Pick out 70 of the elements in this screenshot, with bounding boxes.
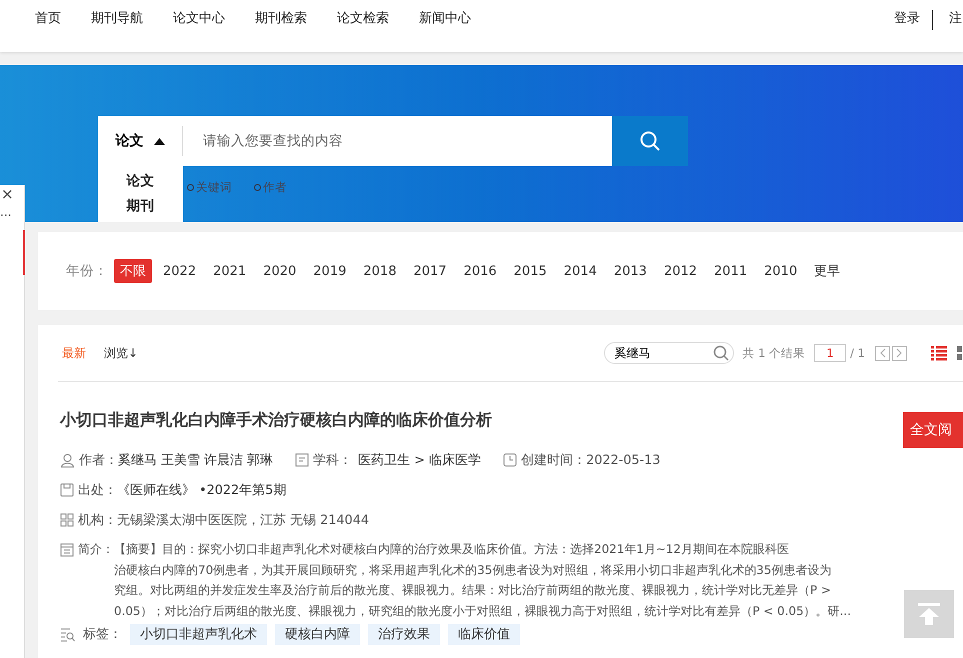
year-option[interactable]: 2014 <box>558 260 603 282</box>
year-option[interactable]: 2018 <box>357 260 402 282</box>
search-icon <box>712 345 728 361</box>
year-option[interactable]: 2013 <box>608 260 653 282</box>
grid-icon <box>60 513 74 527</box>
article-title[interactable]: 小切口非超声乳化白内障手术治疗硬核白内障的临床价值分析 <box>60 410 492 431</box>
year-option[interactable]: 2010 <box>758 260 804 282</box>
abstract-text: 究组。对比两组的并发症发生率及治疗前后的散光度、裸眼视力。结果：对比治疗前两组的散光度、裸眼视力，统计学对比无差异（P > <box>114 582 832 599</box>
document-icon <box>60 543 74 557</box>
source-label: 出处： <box>78 482 117 498</box>
keyword-tag[interactable]: 治疗效果 <box>368 624 440 645</box>
arrow-up-to-bar-icon <box>918 603 940 625</box>
year-option[interactable]: 2017 <box>407 260 453 282</box>
subject-link[interactable]: 医药卫生 > 临床医学 <box>358 452 482 468</box>
keyword-tag[interactable]: 临床价值 <box>448 624 520 645</box>
read-full-text-button[interactable]: 全文阅 <box>903 412 963 448</box>
chevron-left-icon <box>879 348 886 358</box>
nav-link[interactable]: 论文中心 <box>173 9 225 27</box>
nav-link[interactable]: 期刊导航 <box>91 9 143 27</box>
list-view-icon[interactable] <box>931 345 947 361</box>
abstract-text: 【摘要】目的：探究小切口非超声乳化术对硬核白内障的治疗效果及临床价值。方法：选择2021年1月~12月期间在本院眼科医 <box>114 541 790 558</box>
abstract-text: 治硬核白内障的70例患者，为其开展回顾研究，将采用超声乳化术的35例患者设为对照组，将采用小切口非超声乳化术的35例患者设为 <box>114 562 832 578</box>
tags-label: 标签： <box>83 626 122 643</box>
year-option[interactable]: 2022 <box>157 260 202 282</box>
search-button[interactable] <box>612 116 688 166</box>
caret-up-icon <box>154 138 164 144</box>
page-field[interactable]: 1 <box>814 344 846 362</box>
nav-link[interactable]: 首页 <box>35 9 61 27</box>
close-button[interactable]: × <box>0 185 24 203</box>
year-option[interactable]: 2012 <box>658 260 704 282</box>
organization-text: 机构：无锡梁溪太湖中医医院，江苏 无锡 214044 <box>78 512 369 528</box>
filter-box[interactable]: 奚继马 <box>604 342 734 364</box>
year-option[interactable]: 2011 <box>708 260 754 282</box>
result-count: 共 1 个结果 <box>742 346 806 360</box>
clock-icon <box>503 453 518 467</box>
search-icon <box>640 131 660 151</box>
page-total: / 1 <box>850 346 865 360</box>
grid-view-icon[interactable] <box>957 345 963 361</box>
chevron-right-icon <box>896 348 903 358</box>
year-option[interactable]: 2016 <box>458 260 503 282</box>
year-option[interactable]: 2015 <box>508 260 553 282</box>
nav-link[interactable]: 期刊检索 <box>255 9 307 27</box>
year-option[interactable]: 2019 <box>307 260 352 282</box>
person-icon <box>60 452 75 468</box>
keyword-tag[interactable]: 小切口非超声乳化术 <box>130 624 267 645</box>
register-link[interactable]: 注 <box>949 9 963 27</box>
nav-link[interactable]: 论文检索 <box>337 9 389 27</box>
more-text: ... <box>0 207 12 217</box>
year-option[interactable]: 2020 <box>257 260 302 282</box>
dropdown-option[interactable]: 期刊 <box>126 194 154 219</box>
dropdown-option[interactable]: 论文 <box>126 169 154 194</box>
year-option[interactable]: 更早 <box>808 259 846 283</box>
document-icon <box>295 453 310 467</box>
sort-option[interactable]: 浏览↓ <box>100 344 138 362</box>
keyword-tag[interactable]: 硬核白内障 <box>275 624 360 645</box>
subject-label: 学科： <box>313 452 352 468</box>
author-links[interactable]: 奚继马 王美雪 许晨洁 郭琳 <box>118 452 274 468</box>
abstract-label: 简介： <box>78 541 114 558</box>
save-icon <box>60 483 74 497</box>
year-option[interactable]: 2021 <box>207 260 252 282</box>
abstract-text: 0.05）；对比治疗后两组的散光度、裸眼视力，研究组的散光度小于对照组，裸眼视力高于对照组，统计学对比有差异（P < 0.05）。研... <box>114 602 851 620</box>
nav-link[interactable]: 新闻中心 <box>419 9 471 27</box>
tag-search-icon <box>60 627 75 642</box>
created-date: 创建时间：2022-05-13 <box>521 452 660 468</box>
source-link[interactable]: 《医师在线》 •2022年第5期 <box>117 482 286 498</box>
year-label: 年份： <box>66 262 108 280</box>
login-link[interactable]: 登录 <box>894 9 920 27</box>
author-label: 作者： <box>79 452 118 468</box>
search-box[interactable]: 论文 请输入您要查找的内容 <box>98 116 612 166</box>
year-option[interactable]: 不限 <box>114 259 152 283</box>
